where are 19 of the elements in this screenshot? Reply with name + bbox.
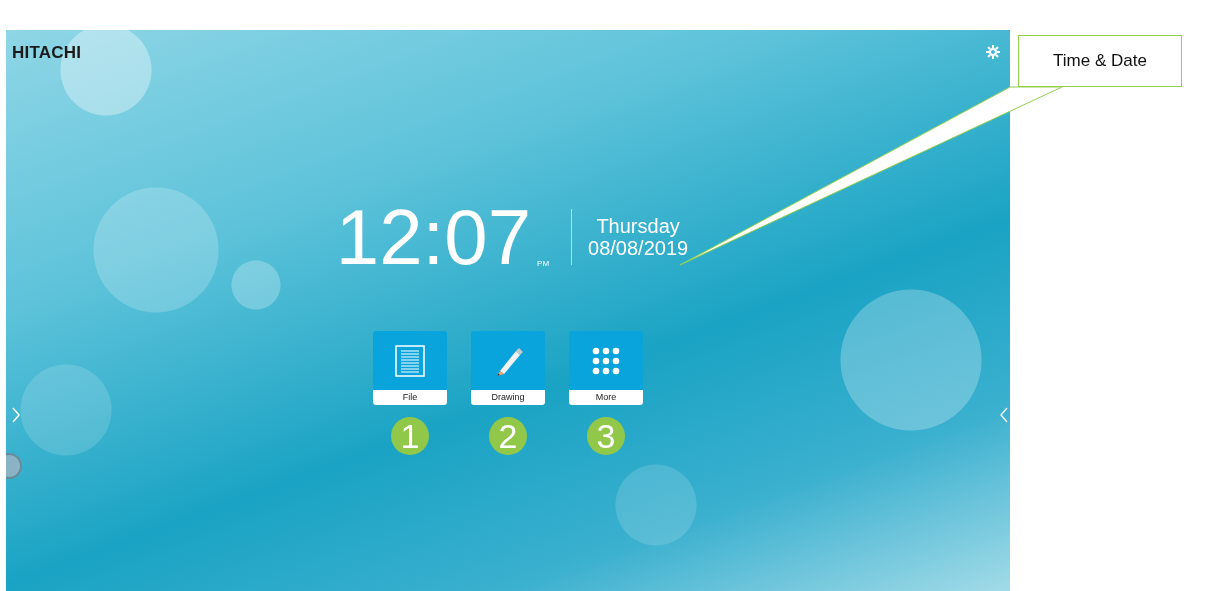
chevron-left-icon[interactable] bbox=[1000, 407, 1008, 423]
document-icon bbox=[394, 344, 426, 377]
brand-logo: HITACHI bbox=[12, 43, 82, 63]
number-badge: 3 bbox=[587, 417, 625, 455]
app-label: File bbox=[373, 390, 447, 405]
clock-time: 12:07 bbox=[335, 198, 532, 276]
app-label: Drawing bbox=[471, 390, 545, 405]
settings-icon[interactable] bbox=[985, 44, 1001, 60]
number-badge: 2 bbox=[489, 417, 527, 455]
weekday-label: Thursday bbox=[596, 215, 680, 237]
date-label: 08/08/2019 bbox=[588, 237, 689, 259]
chevron-right-icon[interactable] bbox=[12, 407, 20, 423]
app-tile[interactable]: Drawing bbox=[471, 331, 545, 405]
app-tile[interactable]: File bbox=[373, 331, 447, 405]
app-tile[interactable]: More bbox=[569, 331, 643, 405]
number-badge: 1 bbox=[391, 417, 429, 455]
callout-box: Time & Date bbox=[1018, 35, 1182, 87]
clock-meridiem: PM bbox=[537, 259, 550, 268]
app-label: More bbox=[569, 390, 643, 405]
